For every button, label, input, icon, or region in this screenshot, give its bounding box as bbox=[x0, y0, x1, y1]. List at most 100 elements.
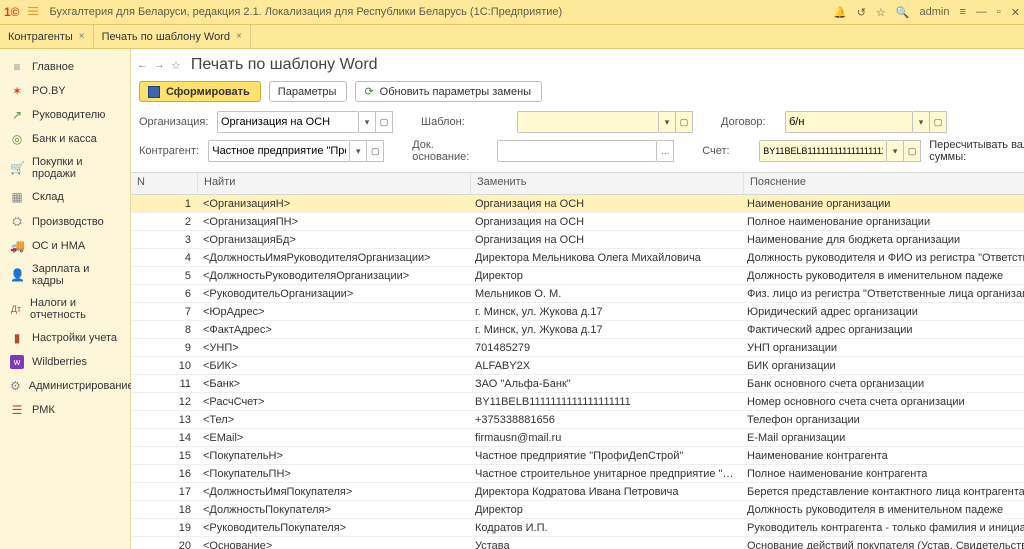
window-tabs: Контрагенты × Печать по шаблону Word × bbox=[0, 25, 1024, 49]
cell-replace: г. Минск, ул. Жукова д.17 bbox=[469, 323, 741, 337]
user-name[interactable]: admin bbox=[919, 6, 949, 18]
sidebar-item-taxes[interactable]: ДтНалоги и отчетность bbox=[0, 292, 130, 326]
settings-icon[interactable]: ≡ bbox=[959, 6, 965, 18]
table-row[interactable]: 12<РасчСчет>BY11BELB1111111111111111111Н… bbox=[131, 393, 1024, 411]
table-body[interactable]: 1<ОрганизацияН>Организация на ОСННаимено… bbox=[131, 195, 1024, 549]
cell-explanation: Юридический адрес организации bbox=[741, 305, 1024, 319]
open-icon[interactable]: ▢ bbox=[676, 111, 693, 133]
forward-icon[interactable]: → bbox=[154, 59, 165, 71]
cell-replace: ЗАО "Альфа-Банк" bbox=[469, 377, 741, 391]
open-icon[interactable]: ▢ bbox=[376, 111, 393, 133]
table-row[interactable]: 11<Банк>ЗАО "Альфа-Банк"Банк основного с… bbox=[131, 375, 1024, 393]
tab-close-icon[interactable]: × bbox=[79, 31, 85, 42]
table-row[interactable]: 14<EMail>firmausn@mail.ruE-Mail организа… bbox=[131, 429, 1024, 447]
cell-n: 12 bbox=[131, 395, 197, 409]
dropdown-icon[interactable]: ▾ bbox=[887, 140, 904, 162]
table-row[interactable]: 18<ДолжностьПокупателя>ДиректорДолжность… bbox=[131, 501, 1024, 519]
table-row[interactable]: 5<ДолжностьРуководителяОрганизации>Дирек… bbox=[131, 267, 1024, 285]
table-row[interactable]: 7<ЮрАдрес>г. Минск, ул. Жукова д.17Юриди… bbox=[131, 303, 1024, 321]
params-button[interactable]: Параметры bbox=[269, 81, 348, 102]
search-icon[interactable]: 🔍 bbox=[896, 6, 910, 19]
account-input[interactable] bbox=[759, 140, 887, 162]
maximize-icon[interactable]: ▫ bbox=[997, 6, 1001, 18]
cart-icon: 🛒 bbox=[10, 161, 24, 175]
table-row[interactable]: 13<Тел>+375338881656Телефон организации bbox=[131, 411, 1024, 429]
org-input[interactable] bbox=[217, 111, 359, 133]
table-row[interactable]: 19<РуководительПокупателя>Кодратов И.П.Р… bbox=[131, 519, 1024, 537]
sidebar-item-sales[interactable]: 🛒Покупки и продажи bbox=[0, 151, 130, 185]
form-button[interactable]: Сформировать bbox=[139, 81, 261, 102]
dropdown-icon[interactable]: ▾ bbox=[350, 140, 367, 162]
sidebar-item-warehouse[interactable]: ▦Склад bbox=[0, 185, 130, 209]
doc-basis-input[interactable] bbox=[497, 140, 657, 162]
table-row[interactable]: 17<ДолжностьИмяПокупателя>Директора Кодр… bbox=[131, 483, 1024, 501]
cell-find: <ОрганизацияПН> bbox=[197, 215, 469, 229]
sidebar-item-main[interactable]: ≡Главное bbox=[0, 55, 130, 79]
dropdown-icon[interactable]: ▾ bbox=[913, 111, 930, 133]
cell-replace: Директор bbox=[469, 269, 741, 283]
col-n[interactable]: N bbox=[131, 173, 198, 194]
coin-icon: ◎ bbox=[10, 132, 24, 146]
table-row[interactable]: 20<Основание>УставаОснование действий по… bbox=[131, 537, 1024, 549]
table-row[interactable]: 10<БИК>ALFABY2XБИК организации bbox=[131, 357, 1024, 375]
history-icon[interactable]: ↺ bbox=[857, 6, 866, 19]
star-icon[interactable]: ☆ bbox=[876, 6, 886, 19]
debit-credit-icon: Дт bbox=[10, 304, 22, 314]
book-icon: ▮ bbox=[10, 331, 24, 345]
sidebar-item-accounting-settings[interactable]: ▮Настройки учета bbox=[0, 326, 130, 350]
cell-replace: 701485279 bbox=[469, 341, 741, 355]
table-row[interactable]: 4<ДолжностьИмяРуководителяОрганизации>Ди… bbox=[131, 249, 1024, 267]
open-icon[interactable]: ▢ bbox=[930, 111, 947, 133]
open-icon[interactable]: … bbox=[657, 140, 674, 162]
table-row[interactable]: 2<ОрганизацияПН>Организация на ОСНПолное… bbox=[131, 213, 1024, 231]
cell-n: 16 bbox=[131, 467, 197, 481]
col-find[interactable]: Найти bbox=[198, 173, 471, 194]
refresh-icon: ⟳ bbox=[364, 85, 373, 98]
bell-icon[interactable]: 🔔 bbox=[833, 6, 847, 19]
sidebar-item-os-nma[interactable]: 🚚ОС и НМА bbox=[0, 234, 130, 258]
cell-replace: Мельников О. М. bbox=[469, 287, 741, 301]
cell-find: <ПокупательПН> bbox=[197, 467, 469, 481]
dropdown-icon[interactable]: ▾ bbox=[359, 111, 376, 133]
open-icon[interactable]: ▢ bbox=[904, 140, 921, 162]
table-row[interactable]: 6<РуководительОрганизации>Мельников О. М… bbox=[131, 285, 1024, 303]
sidebar-item-rmk[interactable]: ☰РМК bbox=[0, 398, 130, 422]
template-input[interactable] bbox=[517, 111, 659, 133]
tab-counterparties[interactable]: Контрагенты × bbox=[0, 25, 94, 48]
cell-explanation: Наименование организации bbox=[741, 197, 1024, 211]
favorite-icon[interactable]: ☆ bbox=[171, 59, 181, 72]
sidebar-item-manager[interactable]: ↗Руководителю bbox=[0, 103, 130, 127]
register-icon: ☰ bbox=[10, 403, 24, 417]
table-row[interactable]: 1<ОрганизацияН>Организация на ОСННаимено… bbox=[131, 195, 1024, 213]
col-replace[interactable]: Заменить bbox=[471, 173, 744, 194]
sidebar-item-production[interactable]: ⛭Производство bbox=[0, 209, 130, 234]
counterparty-input[interactable] bbox=[208, 140, 350, 162]
table-row[interactable]: 15<ПокупательН>Частное предприятие "Проф… bbox=[131, 447, 1024, 465]
dropdown-icon[interactable]: ▾ bbox=[659, 111, 676, 133]
minimize-icon[interactable]: — bbox=[976, 6, 987, 18]
table-row[interactable]: 3<ОрганизацияБд>Организация на ОСННаимен… bbox=[131, 231, 1024, 249]
sidebar-item-bank[interactable]: ◎Банк и касса bbox=[0, 127, 130, 151]
tab-print-word-template[interactable]: Печать по шаблону Word × bbox=[94, 25, 251, 48]
back-icon[interactable]: ← bbox=[137, 59, 148, 71]
doc-basis-label: Док. основание: bbox=[412, 139, 489, 163]
col-explanation[interactable]: Пояснение bbox=[744, 173, 1024, 194]
recalc-currency-checkbox[interactable]: Пересчитывать валютные суммы: bbox=[929, 139, 1024, 163]
refresh-params-button[interactable]: ⟳ Обновить параметры замены bbox=[355, 81, 542, 102]
sidebar-item-admin[interactable]: ⚙Администрирование bbox=[0, 374, 130, 398]
tab-close-icon[interactable]: × bbox=[236, 31, 242, 42]
open-icon[interactable]: ▢ bbox=[367, 140, 384, 162]
sidebar-item-wildberries[interactable]: wWildberries bbox=[0, 350, 130, 374]
table-row[interactable]: 8<ФактАдрес>г. Минск, ул. Жукова д.17Фак… bbox=[131, 321, 1024, 339]
table-row[interactable]: 9<УНП>701485279УНП организации bbox=[131, 339, 1024, 357]
cell-explanation: БИК организации bbox=[741, 359, 1024, 373]
main-menu-icon[interactable] bbox=[26, 4, 40, 21]
sidebar-item-salary[interactable]: 👤Зарплата и кадры bbox=[0, 258, 130, 292]
close-window-icon[interactable]: ✕ bbox=[1011, 6, 1020, 19]
table-row[interactable]: 16<ПокупательПН>Частное строительное уни… bbox=[131, 465, 1024, 483]
sidebar-item-poby[interactable]: ✶PO.BY bbox=[0, 79, 130, 103]
cell-explanation: Должность руководителя и ФИО из регистра… bbox=[741, 251, 1024, 265]
contract-input[interactable] bbox=[785, 111, 913, 133]
cell-find: <БИК> bbox=[197, 359, 469, 373]
table-header: N Найти Заменить Пояснение bbox=[131, 173, 1024, 195]
